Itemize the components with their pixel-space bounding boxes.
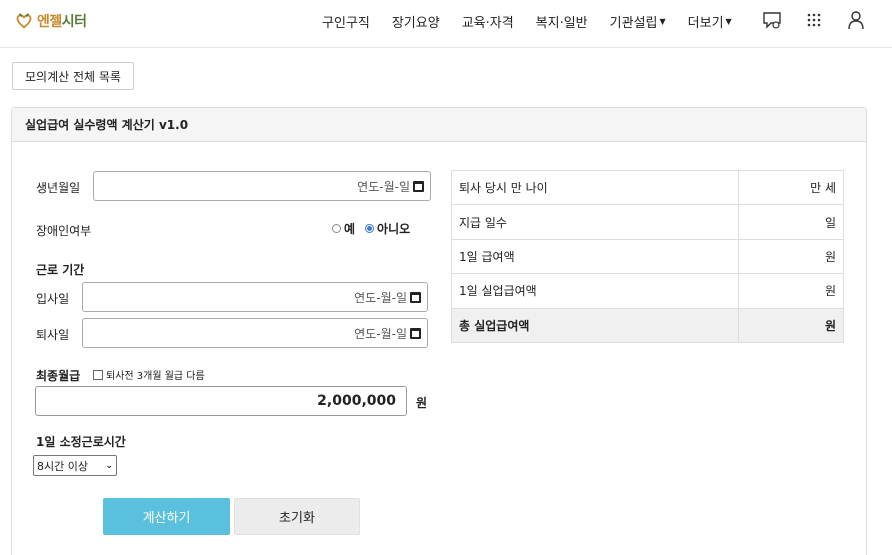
result-age-label: 퇴사 당시 만 나이: [451, 169, 739, 206]
birth-date-input[interactable]: 연도-월-일: [93, 171, 431, 201]
disability-radio-group: 예 아니오: [332, 220, 420, 237]
wage-different-option[interactable]: 퇴사전 3개월 월급 다름: [93, 367, 205, 382]
nav-item-welfare[interactable]: 복지·일반: [536, 12, 588, 31]
daily-hours-select[interactable]: 8시간 이상 ⌄: [33, 455, 117, 476]
table-row: 1일 급여액 원: [451, 238, 844, 275]
site-logo[interactable]: 엔젤시터: [15, 10, 87, 32]
end-date-label: 퇴사일: [36, 328, 70, 342]
work-period-label: 근로 기간: [36, 263, 85, 277]
nav-item-facility[interactable]: 기관설립 ▼: [610, 12, 666, 31]
nav-item-more[interactable]: 더보기 ▼: [688, 12, 732, 31]
result-daily-wage-label: 1일 급여액: [451, 238, 739, 275]
chat-icon[interactable]: [762, 10, 782, 30]
result-days-value: 일: [738, 204, 844, 240]
panel-title: 실업급여 실수령액 계산기 v1.0: [12, 108, 866, 142]
final-wage-label: 최종월급: [36, 369, 81, 383]
table-row: 1일 실업급여액 원: [451, 273, 844, 309]
reset-button[interactable]: 초기화: [234, 498, 360, 535]
table-row: 지급 일수 일: [451, 204, 844, 240]
user-icon[interactable]: [846, 10, 866, 30]
wage-unit: 원: [416, 396, 428, 410]
result-age-value: 만 세: [738, 169, 844, 206]
result-total-value: 원: [738, 307, 844, 343]
daily-hours-label: 1일 소정근로시간: [36, 435, 126, 449]
result-daily-benefit-label: 1일 실업급여액: [451, 273, 739, 309]
table-row: 총 실업급여액 원: [451, 307, 844, 343]
results-table: 퇴사 당시 만 나이 만 세 지급 일수 일 1일 급여액 원 1일 실업급여액…: [451, 169, 844, 343]
calendar-icon[interactable]: [413, 180, 424, 192]
result-daily-wage-value: 원: [738, 238, 844, 275]
nav-item-education[interactable]: 교육·자격: [462, 12, 514, 31]
calendar-icon[interactable]: [410, 291, 421, 303]
result-total-label: 총 실업급여액: [451, 307, 739, 343]
main-menu: 구인구직 장기요양 교육·자격 복지·일반 기관설립 ▼ 더보기 ▼: [322, 12, 754, 31]
logo-text-a: 엔젤: [37, 14, 62, 30]
calendar-icon[interactable]: [410, 327, 421, 339]
grid-menu-icon[interactable]: [804, 10, 824, 30]
final-wage-input[interactable]: 2,000,000: [35, 386, 407, 416]
logo-text-b: 시터: [61, 14, 87, 30]
nav-item-longterm-care[interactable]: 장기요양: [392, 12, 440, 31]
chevron-down-icon: ⌄: [105, 460, 113, 471]
disability-yes-label: 예: [344, 222, 356, 236]
caret-down-icon: ▼: [659, 17, 666, 26]
table-row: 퇴사 당시 만 나이 만 세: [451, 169, 844, 206]
disability-no-radio[interactable]: [365, 224, 375, 233]
wage-different-label: 퇴사전 3개월 월급 다름: [106, 371, 205, 382]
birth-date-label: 생년월일: [36, 181, 81, 195]
end-date-input[interactable]: 연도-월-일: [82, 318, 428, 348]
all-simulations-list-button[interactable]: 모의계산 전체 목록: [12, 62, 134, 90]
calculate-button[interactable]: 계산하기: [103, 498, 230, 535]
wage-different-checkbox[interactable]: [93, 369, 103, 380]
disability-label: 장애인여부: [36, 224, 92, 238]
disability-no-label: 아니오: [377, 222, 411, 236]
logo-heart-icon: [16, 13, 32, 29]
caret-down-icon: ▼: [725, 17, 732, 26]
top-navigation: 엔젤시터 구인구직 장기요양 교육·자격 복지·일반 기관설립 ▼ 더보기 ▼: [0, 0, 892, 48]
start-date-input[interactable]: 연도-월-일: [82, 282, 428, 312]
disability-yes-radio[interactable]: [332, 224, 341, 233]
result-days-label: 지급 일수: [451, 204, 739, 240]
nav-icons: [762, 10, 866, 30]
start-date-label: 입사일: [36, 292, 70, 306]
result-daily-benefit-value: 원: [738, 273, 844, 309]
nav-item-jobs[interactable]: 구인구직: [322, 12, 370, 31]
